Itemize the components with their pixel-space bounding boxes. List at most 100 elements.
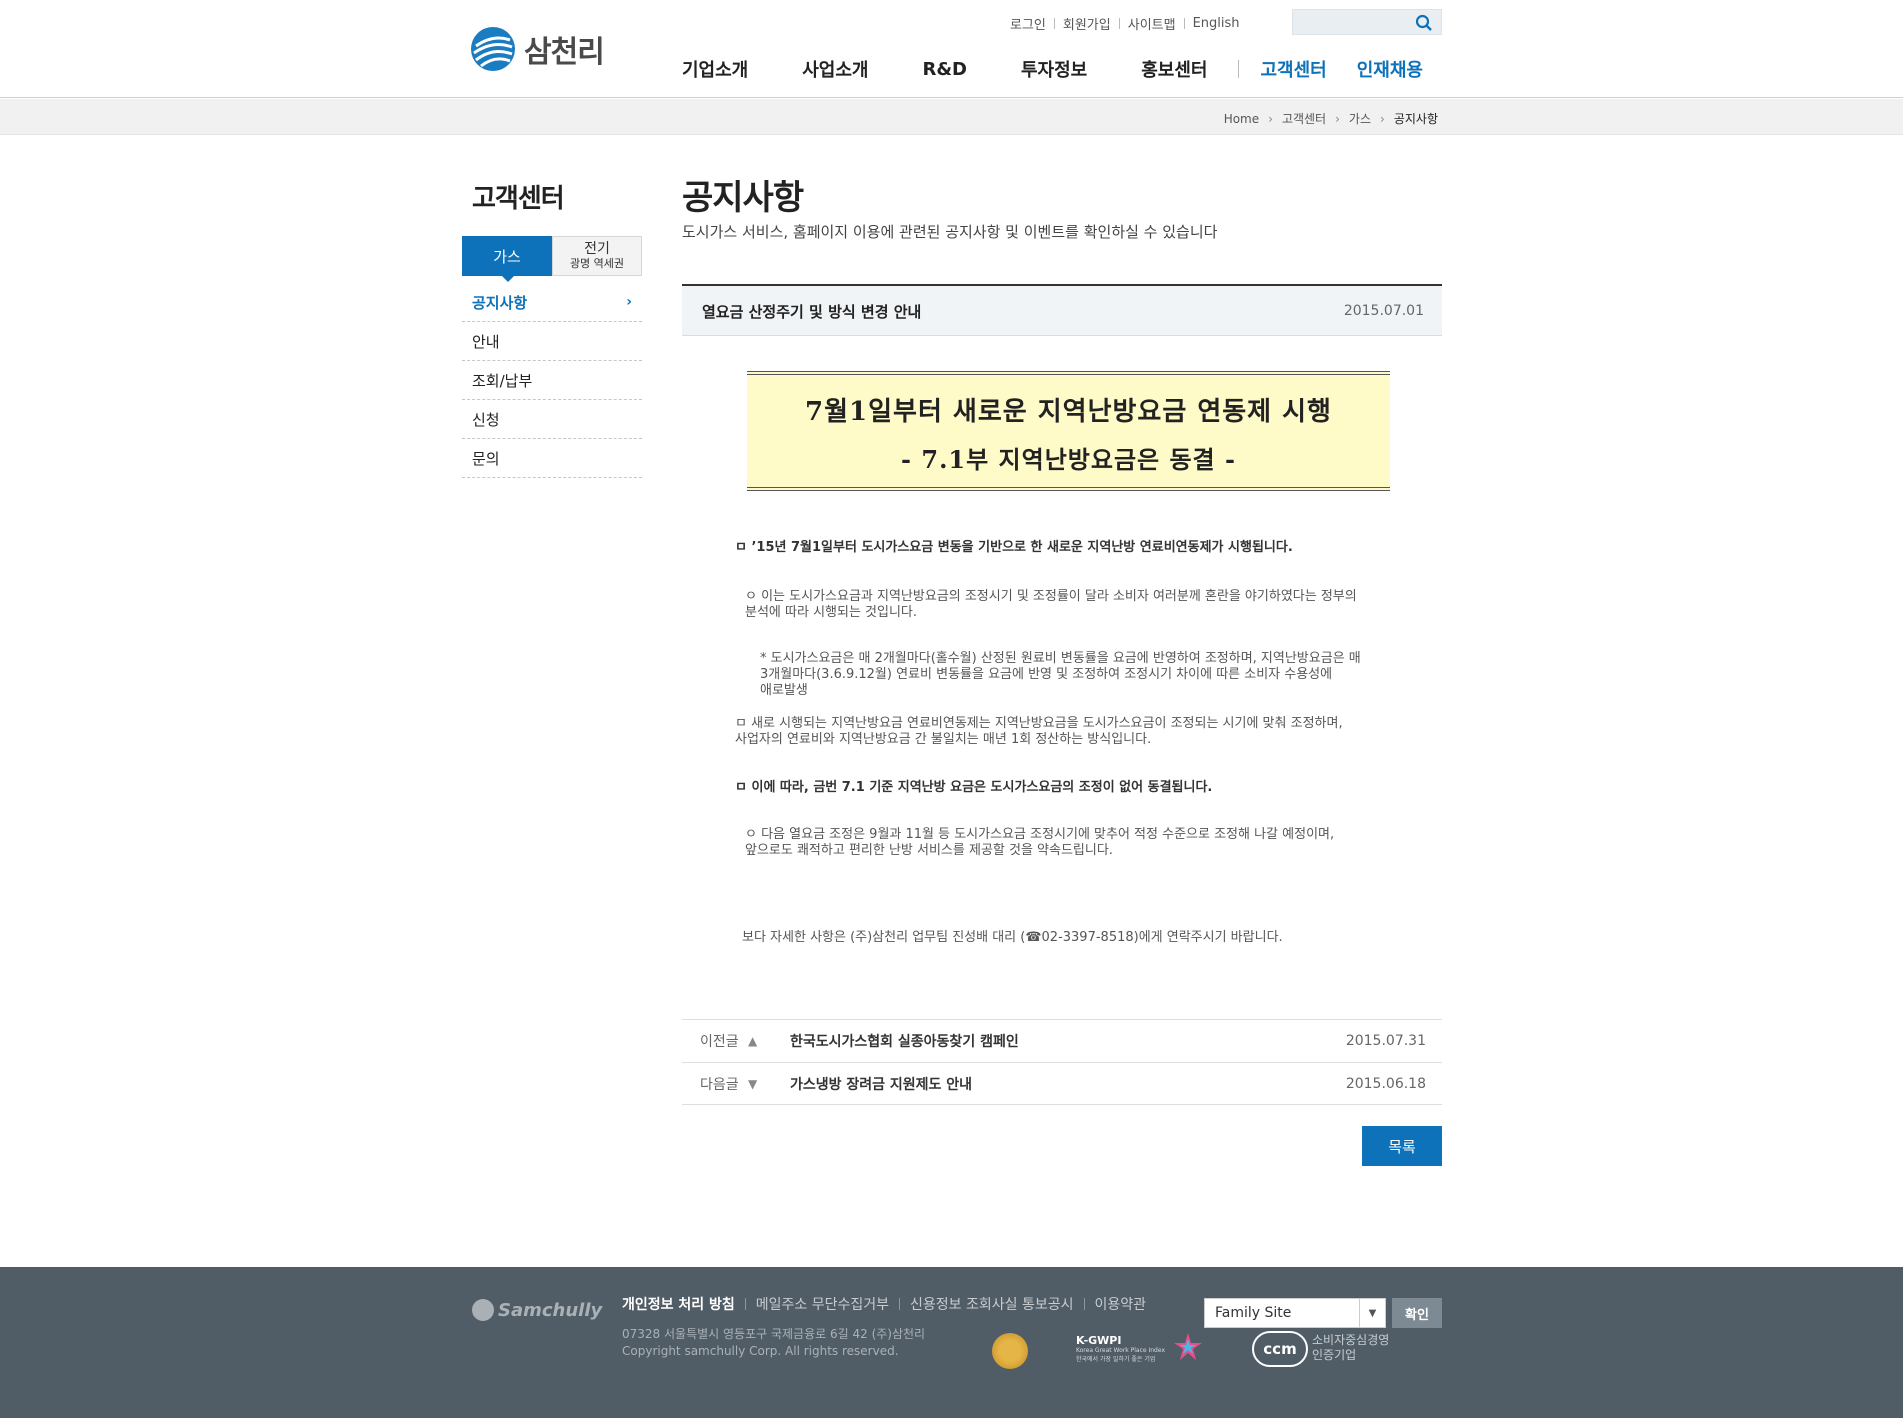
prev-post-row[interactable]: 이전글 ▲ 한국도시가스협회 실종아동찾기 캠페인 2015.07.31 <box>682 1019 1442 1062</box>
global-nav: 기업소개 사업소개 R&D 투자정보 홍보센터 고객센터 인재채용 <box>682 56 1423 82</box>
breadcrumb-gas[interactable]: 가스 <box>1349 110 1371 127</box>
gnb-recruit[interactable]: 인재채용 <box>1357 56 1423 82</box>
post-line: * 도시가스요금은 매 2개월마다(홀수월) 산정된 원료비 변동률을 요금에 … <box>760 651 1361 666</box>
divider <box>1118 18 1120 29</box>
breadcrumb-bar: Home › 고객센터 › 가스 › 공지사항 <box>0 99 1903 135</box>
page-title: 공지사항 <box>682 178 804 218</box>
header: 삼천리 로그인 회원가입 사이트맵 English 기업소개 사업소개 R&D … <box>0 0 1903 98</box>
side-item-label: 조회/납부 <box>472 371 533 390</box>
gnb-business[interactable]: 사업소개 <box>802 56 868 82</box>
ccm-logo: ccm <box>1252 1331 1308 1367</box>
post-line: 애로발생 <box>760 683 808 698</box>
tab-electric-label: 전기 <box>584 241 610 257</box>
ccm-label: 소비자중심경영 인증기업 <box>1312 1333 1389 1363</box>
kgwpi-subtitle-kr: 한국에서 가장 일하기 좋은 기업 <box>1076 1356 1156 1363</box>
english-link[interactable]: English <box>1193 16 1240 31</box>
gnb-rnd[interactable]: R&D <box>923 59 968 80</box>
tab-gas-label: 가스 <box>493 247 521 266</box>
samchully-logo-icon <box>471 27 515 71</box>
credit-info-link[interactable]: 신용정보 조회사실 통보공시 <box>910 1294 1073 1314</box>
chevron-right-icon: › <box>626 294 632 310</box>
ccm-label-line: 인증기업 <box>1312 1348 1357 1362</box>
logo-text: 삼천리 <box>524 35 605 70</box>
breadcrumb: Home › 고객센터 › 가스 › 공지사항 <box>1224 110 1438 127</box>
banner-subheadline: - 7.1부 지역난방요금은 동결 - <box>901 445 1236 474</box>
kgwpi-title: K-GWPI <box>1076 1334 1122 1347</box>
gnb-investor[interactable]: 투자정보 <box>1021 56 1087 82</box>
star-award-icon <box>1174 1333 1202 1360</box>
divider <box>1183 18 1185 29</box>
divider <box>1083 1298 1085 1310</box>
banner-headline: 7월1일부터 새로운 지역난방요금 연동제 시행 <box>805 397 1332 427</box>
chevron-right-icon: › <box>1268 111 1273 126</box>
family-site-select[interactable]: Family Site ▼ <box>1204 1298 1386 1328</box>
post-paragraph: ㅇ 이는 도시가스요금과 지역난방요금의 조정시기 및 조정률이 달라 소비자 … <box>745 589 1425 621</box>
logo[interactable]: 삼천리 <box>470 26 605 72</box>
side-menu: 공지사항 › 안내 조회/납부 신청 문의 <box>462 283 642 478</box>
post-navigation: 이전글 ▲ 한국도시가스협회 실종아동찾기 캠페인 2015.07.31 다음글… <box>682 1019 1442 1105</box>
privacy-policy-link[interactable]: 개인정보 처리 방침 <box>622 1294 735 1314</box>
side-item-label: 안내 <box>472 332 500 351</box>
side-item-apply[interactable]: 신청 <box>462 400 642 439</box>
divider <box>744 1298 746 1310</box>
page-description: 도시가스 서비스, 홈페이지 이용에 관련된 공지사항 및 이벤트를 확인하실 … <box>682 223 1218 241</box>
family-site-ok-button[interactable]: 확인 <box>1392 1298 1442 1328</box>
join-link[interactable]: 회원가입 <box>1063 14 1111 33</box>
post-contact: 보다 자세한 사항은 (주)삼천리 업무팀 진성배 대리 (☎02-3397-8… <box>742 930 1283 945</box>
post-title: 열요금 산정주기 및 방식 변경 안내 <box>702 303 922 321</box>
chevron-down-icon[interactable]: ▼ <box>1359 1299 1385 1327</box>
post-paragraph: ㅇ 다음 열요금 조정은 9월과 11월 등 도시가스요금 조정시기에 맞추어 … <box>745 827 1425 859</box>
gnb-customer[interactable]: 고객센터 <box>1261 56 1327 82</box>
tab-gas[interactable]: 가스 <box>462 236 552 282</box>
post-line: ㅇ 다음 열요금 조정은 9월과 11월 등 도시가스요금 조정시기에 맞추어 … <box>745 827 1335 842</box>
side-item-label: 문의 <box>472 449 500 468</box>
side-title: 고객센터 <box>472 184 565 214</box>
side-item-payment[interactable]: 조회/납부 <box>462 361 642 400</box>
divider <box>899 1298 901 1310</box>
post-paragraph: * 도시가스요금은 매 2개월마다(홀수월) 산정된 원료비 변동률을 요금에 … <box>760 651 1440 699</box>
chevron-right-icon: › <box>1380 111 1385 126</box>
post-line: ㅁ 새로 시행되는 지역난방요금 연료비연동제는 지역난방요금을 도시가스요금이… <box>735 716 1343 731</box>
search-icon[interactable] <box>1415 14 1433 32</box>
search-input[interactable] <box>1293 10 1413 34</box>
gnb-company[interactable]: 기업소개 <box>682 56 748 82</box>
notice-banner: 7월1일부터 새로운 지역난방요금 연동제 시행 - 7.1부 지역난방요금은 … <box>747 371 1390 491</box>
kgwpi-subtitle: Korea Great Work Place Index <box>1076 1347 1166 1354</box>
next-label: 다음글 <box>700 1076 739 1093</box>
footer-logo-text: Samchully <box>498 1299 603 1321</box>
login-link[interactable]: 로그인 <box>1010 14 1046 33</box>
gnb-divider <box>1237 60 1239 78</box>
next-post-date: 2015.06.18 <box>1345 1075 1426 1092</box>
search-box <box>1292 9 1442 35</box>
side-item-notice[interactable]: 공지사항 › <box>462 283 642 322</box>
gnb-pr[interactable]: 홍보센터 <box>1141 56 1207 82</box>
next-post-title[interactable]: 가스냉방 장려금 지원제도 안내 <box>790 1074 972 1094</box>
terms-link[interactable]: 이용약관 <box>1095 1294 1147 1314</box>
tab-electric[interactable]: 전기 광명 역세권 <box>552 236 642 276</box>
prev-post-title[interactable]: 한국도시가스협회 실종아동찾기 캠페인 <box>790 1031 1019 1051</box>
post-paragraph: ㅁ ’15년 7월1일부터 도시가스요금 변동을 기반으로 한 새로운 지역난방… <box>735 540 1293 555</box>
email-refusal-link[interactable]: 메일주소 무단수집거부 <box>756 1294 889 1314</box>
prev-label: 이전글 <box>700 1034 739 1050</box>
prev-post-date: 2015.07.31 <box>1345 1033 1426 1049</box>
side-item-guide[interactable]: 안내 <box>462 322 642 361</box>
samchully-logo-icon <box>472 1299 494 1321</box>
post-line: 분석에 따라 시행되는 것입니다. <box>745 605 918 620</box>
sitemap-link[interactable]: 사이트맵 <box>1128 14 1176 33</box>
post-paragraph: ㅁ 이에 따라, 금번 7.1 기준 지역난방 요금은 도시가스요금의 조정이 … <box>735 780 1213 795</box>
post-paragraph: ㅁ 새로 시행되는 지역난방요금 연료비연동제는 지역난방요금을 도시가스요금이… <box>735 716 1415 748</box>
breadcrumb-customer[interactable]: 고객센터 <box>1282 110 1326 127</box>
post-line: ㅇ 이는 도시가스요금과 지역난방요금의 조정시기 및 조정률이 달라 소비자 … <box>745 589 1357 604</box>
family-site-value: Family Site <box>1215 1305 1292 1321</box>
side-item-label: 신청 <box>472 410 500 429</box>
side-item-label: 공지사항 <box>472 293 528 312</box>
copyright-line: Copyright samchully Corp. All rights res… <box>622 1344 899 1358</box>
next-post-row[interactable]: 다음글 ▼ 가스냉방 장려금 지원제도 안내 2015.06.18 <box>682 1062 1442 1105</box>
footer: Samchully 개인정보 처리 방침 메일주소 무단수집거부 신용정보 조회… <box>0 1267 1903 1418</box>
side-item-inquiry[interactable]: 문의 <box>462 439 642 478</box>
chevron-right-icon: › <box>1335 111 1340 126</box>
list-button[interactable]: 목록 <box>1362 1126 1442 1166</box>
post-line: 3개월마다(3.6.9.12월) 연료비 변동률을 요금에 반영 및 조정하여 … <box>760 667 1333 682</box>
breadcrumb-home[interactable]: Home <box>1224 112 1259 126</box>
post-header: 열요금 산정주기 및 방식 변경 안내 2015.07.01 <box>682 284 1442 336</box>
